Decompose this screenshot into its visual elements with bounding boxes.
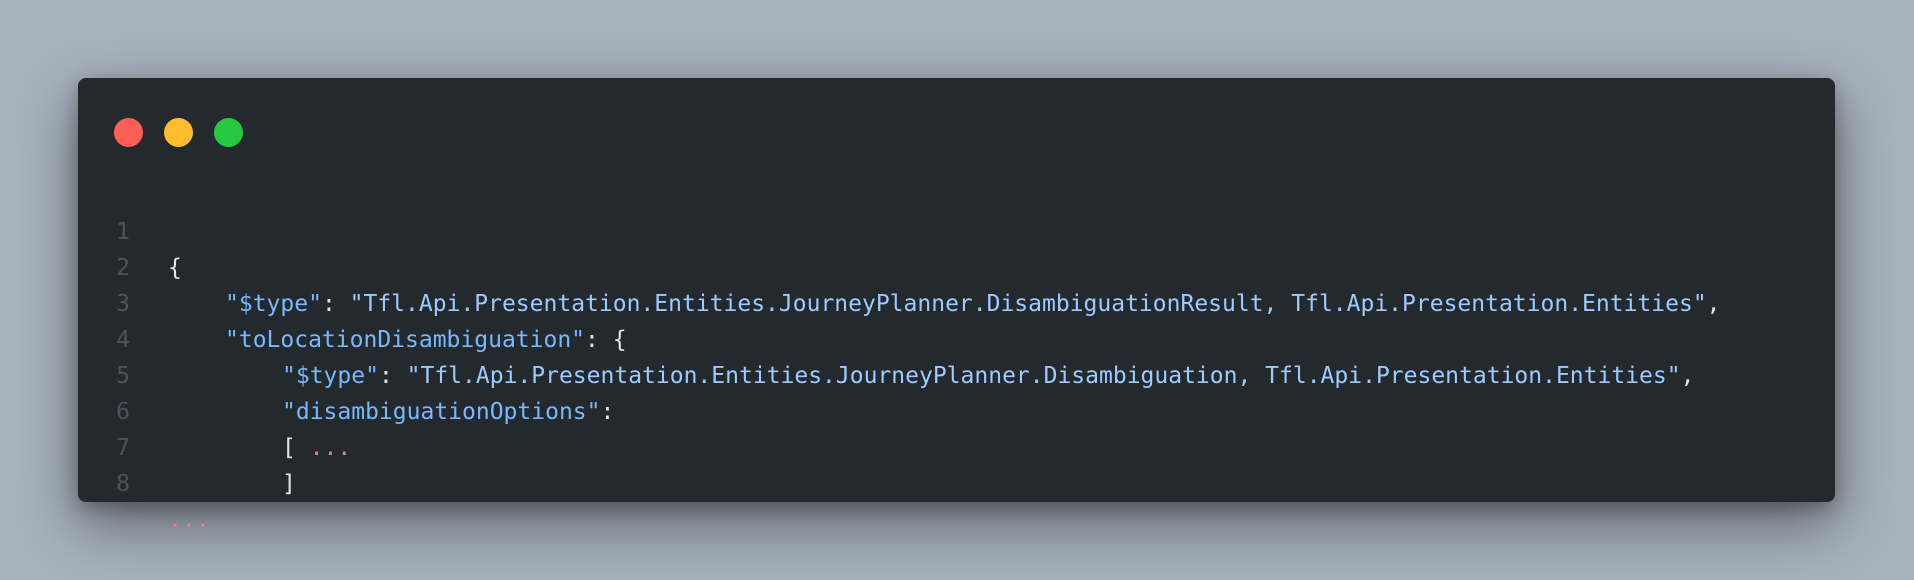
line-number: 8 (116, 471, 130, 497)
collapsed-ellipsis[interactable]: ... (168, 507, 210, 533)
code-line: 6 [ ... (78, 358, 1835, 461)
code-line: 7 ] (78, 394, 1835, 497)
minimize-window-icon[interactable] (164, 118, 193, 147)
code-line: 8 ... (78, 430, 1835, 533)
code-line: 4 "$type": "Tfl.Api.Presentation.Entitie… (78, 286, 1835, 389)
code-block: 1 { 2 "$type": "Tfl.Api.Presentation.Ent… (78, 178, 1835, 533)
code-line: 2 "$type": "Tfl.Api.Presentation.Entitie… (78, 214, 1835, 317)
code-line: 5 "disambiguationOptions": (78, 322, 1835, 425)
maximize-window-icon[interactable] (214, 118, 243, 147)
close-bracket: ] (282, 471, 296, 497)
close-window-icon[interactable] (114, 118, 143, 147)
code-window: 1 { 2 "$type": "Tfl.Api.Presentation.Ent… (78, 78, 1835, 533)
code-line: 3 "toLocationDisambiguation": { (78, 250, 1835, 353)
code-line: 1 { (78, 178, 1835, 281)
